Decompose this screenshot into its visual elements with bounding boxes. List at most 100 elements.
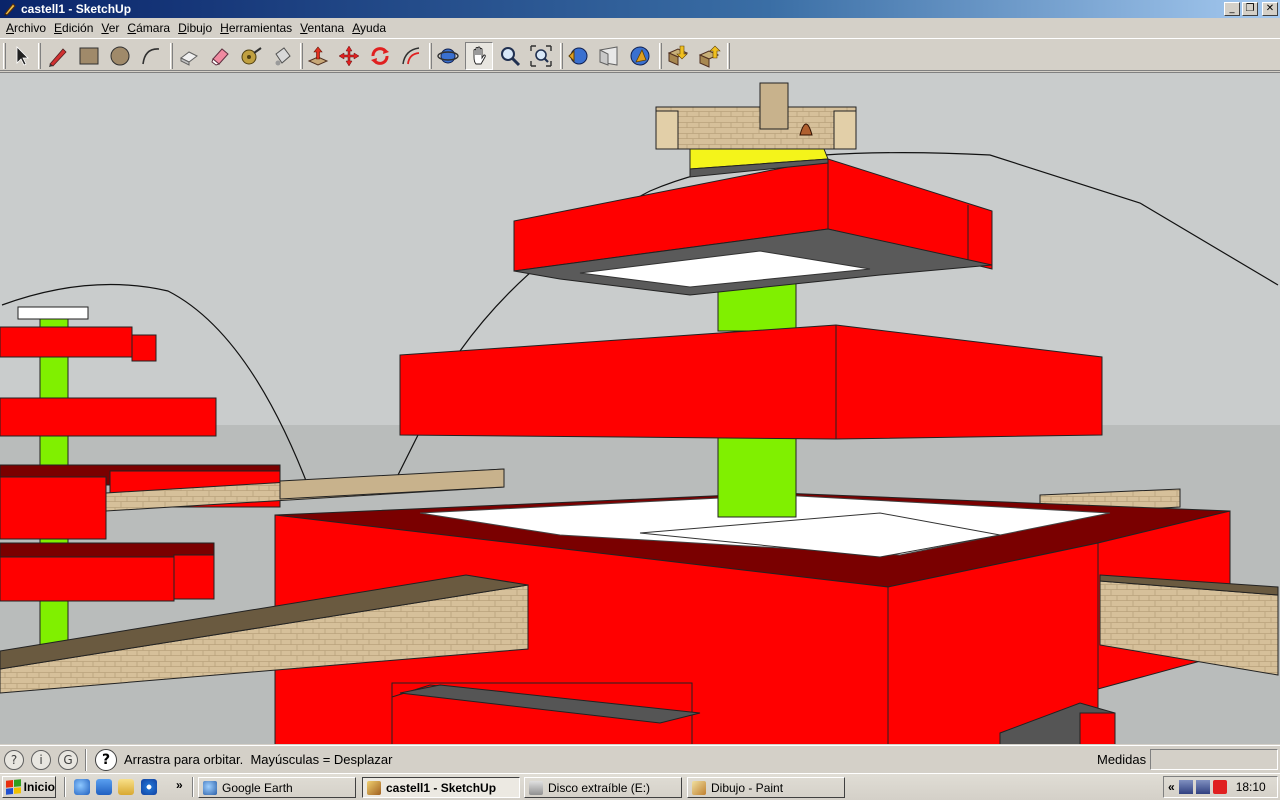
menu-ventana[interactable]: Ventana	[296, 21, 348, 35]
make-component-button[interactable]	[175, 42, 203, 70]
start-label: Inicio	[23, 780, 55, 794]
network-warning-icon[interactable]	[1195, 780, 1210, 794]
menu-label: er	[108, 21, 120, 35]
main-toolbar	[0, 38, 1280, 71]
ati-icon[interactable]	[1212, 780, 1227, 794]
drawing-viewport[interactable]	[0, 72, 1280, 744]
tape-measure-button[interactable]	[237, 42, 265, 70]
arc-icon	[142, 48, 160, 65]
task-paint[interactable]: Dibujo - Paint	[687, 777, 845, 798]
task-label: castell1 - SketchUp	[386, 780, 497, 795]
offset-tool-button[interactable]	[397, 42, 425, 70]
menu-label: ámara	[136, 21, 171, 35]
task-removable-disk[interactable]: Disco extraíble (E:)	[524, 777, 682, 798]
task-google-earth[interactable]: Google Earth	[198, 777, 356, 798]
menu-ver[interactable]: Ver	[97, 21, 123, 35]
toolbar-separator	[727, 43, 730, 69]
paint-bucket-button[interactable]	[268, 42, 296, 70]
menu-camara[interactable]: Cámara	[123, 21, 174, 35]
credits-icon[interactable]: i	[31, 750, 51, 770]
model-scene[interactable]	[0, 73, 1280, 744]
share-model-button[interactable]	[695, 42, 723, 70]
measurements-input[interactable]	[1150, 749, 1278, 770]
pan-tool-button[interactable]	[465, 42, 493, 70]
get-models-button[interactable]	[664, 42, 692, 70]
system-tray: « 18:10	[1163, 776, 1278, 798]
task-label: Disco extraíble (E:)	[548, 780, 651, 795]
minimize-button[interactable]: _	[1224, 2, 1240, 16]
menu-label: ibujo	[186, 21, 213, 35]
menu-label: yuda	[360, 21, 387, 35]
maximize-button[interactable]: ❐	[1242, 2, 1258, 16]
geo-location-icon[interactable]: ?	[4, 750, 24, 770]
standard-views-button[interactable]	[626, 42, 654, 70]
close-button[interactable]: ✕	[1262, 2, 1278, 16]
task-label: Dibujo - Paint	[711, 780, 784, 795]
help-icon[interactable]: ?	[95, 749, 117, 771]
quicklaunch-more-icon[interactable]: »	[176, 778, 183, 792]
zoom-extents-icon	[530, 45, 552, 67]
drive-icon	[529, 780, 543, 795]
offset-icon	[402, 47, 420, 65]
toolbar-separator	[560, 43, 563, 69]
menu-label: dición	[62, 21, 94, 35]
eraser-tool-button[interactable]	[206, 42, 234, 70]
menu-accelerator: A	[352, 21, 361, 35]
status-separator	[85, 749, 87, 771]
menu-accelerator: V	[300, 21, 308, 35]
menu-label: rchivo	[14, 21, 47, 35]
task-sketchup[interactable]: castell1 - SketchUp	[362, 777, 520, 798]
zoom-tool-button[interactable]	[496, 42, 524, 70]
zoom-icon	[501, 47, 521, 67]
menu-accelerator: D	[178, 21, 187, 35]
eraser-icon	[211, 48, 229, 66]
menu-accelerator: E	[54, 21, 63, 35]
folder-icon[interactable]	[118, 779, 134, 795]
windows-logo-icon	[6, 779, 21, 795]
status-hint: Arrastra para orbitar. Mayúsculas = Desp…	[124, 752, 393, 767]
media-player-icon[interactable]	[141, 779, 157, 795]
menu-edicion[interactable]: Edición	[50, 21, 97, 35]
toolbar-grip[interactable]	[3, 43, 6, 69]
google-earth-icon	[203, 780, 217, 795]
toolbar-separator	[170, 43, 173, 69]
rotate-tool-button[interactable]	[366, 42, 394, 70]
toolbar-separator	[429, 43, 432, 69]
push-pull-icon	[307, 46, 329, 66]
network-icon[interactable]	[1178, 780, 1193, 794]
arc-tool-button[interactable]	[137, 42, 165, 70]
internet-explorer-icon[interactable]	[74, 779, 90, 795]
push-pull-button[interactable]	[304, 42, 332, 70]
toolbar-separator	[38, 43, 41, 69]
next-view-button[interactable]	[595, 42, 623, 70]
circle-icon	[110, 46, 130, 66]
menu-dibujo[interactable]: Dibujo	[174, 21, 216, 35]
taskbar-separator	[192, 777, 194, 797]
circle-tool-button[interactable]	[106, 42, 134, 70]
previous-view-button[interactable]	[564, 42, 592, 70]
standard-views-icon	[630, 46, 650, 66]
make-component-icon	[180, 51, 198, 66]
rectangle-tool-button[interactable]	[75, 42, 103, 70]
paint-bucket-icon	[275, 47, 291, 66]
menu-archivo[interactable]: Archivo	[2, 21, 50, 35]
sketchup-app-icon	[3, 2, 17, 16]
ie-browser-icon[interactable]	[96, 779, 112, 795]
title-bar: castell1 - SketchUp _ ❐ ✕	[0, 0, 1280, 18]
pencil-tool-button[interactable]	[44, 42, 72, 70]
menu-ayuda[interactable]: Ayuda	[348, 21, 390, 35]
move-tool-button[interactable]	[335, 42, 363, 70]
tray-expand-icon[interactable]: «	[1168, 780, 1175, 794]
signin-icon[interactable]: G	[58, 750, 78, 770]
zoom-extents-button[interactable]	[527, 42, 555, 70]
orbit-tool-button[interactable]	[434, 42, 462, 70]
next-view-icon	[599, 46, 618, 66]
toolbar-separator	[659, 43, 662, 69]
start-button[interactable]: Inicio	[2, 776, 56, 798]
select-tool-button[interactable]	[7, 42, 35, 70]
menu-accelerator: V	[101, 21, 109, 35]
status-bar: ? i G ? Arrastra para orbitar. Mayúscula…	[0, 745, 1280, 772]
clock[interactable]: 18:10	[1236, 780, 1266, 794]
sketchup-task-icon	[367, 780, 381, 795]
menu-herramientas[interactable]: Herramientas	[216, 21, 296, 35]
